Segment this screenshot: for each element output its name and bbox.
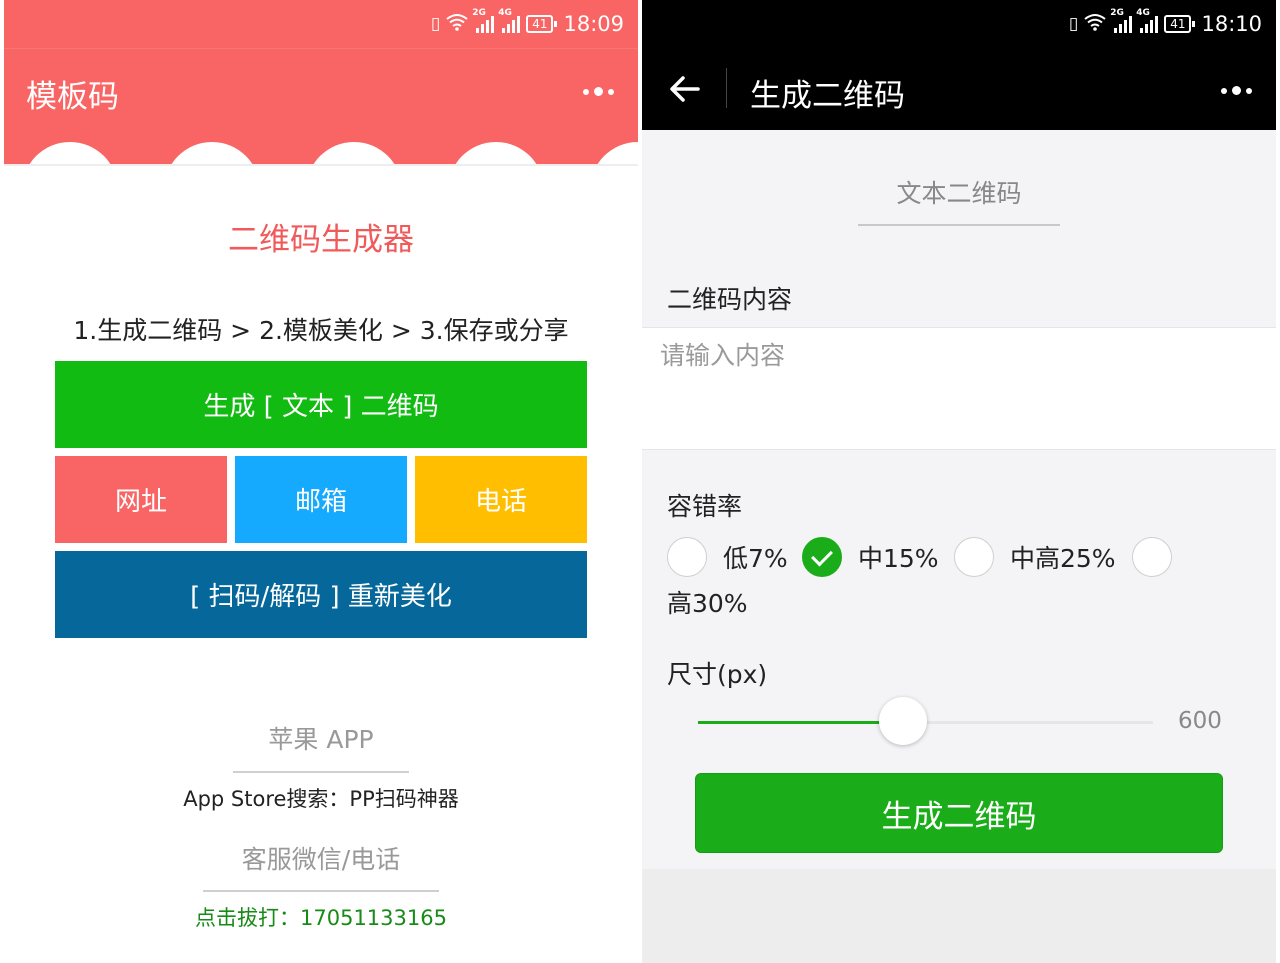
battery-icon: 41 bbox=[1164, 15, 1196, 33]
tab-text-qr[interactable]: 文本二维码 bbox=[642, 174, 1276, 210]
email-button[interactable]: 邮箱 bbox=[235, 456, 407, 543]
content-label: 二维码内容 bbox=[667, 285, 793, 314]
radio-checked-icon[interactable] bbox=[802, 537, 842, 577]
error-option-high[interactable] bbox=[1132, 537, 1172, 577]
page-title: 模板码 bbox=[26, 79, 119, 115]
title-bar: 生成二维码 bbox=[642, 48, 1276, 130]
radio-circle[interactable] bbox=[954, 537, 994, 577]
url-button[interactable]: 网址 bbox=[55, 456, 227, 543]
error-rate-label: 容错率 bbox=[667, 492, 743, 521]
vibrate-icon: ▯ bbox=[1068, 14, 1079, 34]
divider bbox=[233, 771, 409, 773]
text-qr-button[interactable]: 生成 [ 文本 ] 二维码 bbox=[55, 361, 587, 448]
radio-circle[interactable] bbox=[667, 537, 707, 577]
option-label: 低7% bbox=[723, 544, 788, 573]
divider bbox=[726, 68, 727, 108]
slider-handle[interactable] bbox=[878, 697, 927, 745]
bottom-area bbox=[642, 869, 1276, 963]
service-heading: 客服微信/电话 bbox=[241, 845, 401, 874]
network-type-label: 4G bbox=[1136, 8, 1150, 18]
title-bar: 模板码 bbox=[4, 48, 638, 131]
vibrate-icon: ▯ bbox=[430, 14, 441, 34]
generate-qr-button[interactable]: 生成二维码 bbox=[695, 773, 1223, 853]
size-value: 600 bbox=[1178, 708, 1222, 734]
tab-underline bbox=[858, 224, 1060, 226]
wifi-icon bbox=[446, 13, 468, 35]
content-input[interactable]: 请输入内容 bbox=[642, 327, 1276, 450]
signal-icon: 2G bbox=[1110, 8, 1133, 33]
content-placeholder: 请输入内容 bbox=[660, 341, 786, 370]
size-label: 尺寸(px) bbox=[667, 660, 768, 689]
right-phone-screen: ▯ 2G 4G 41 18:10 生成二维码 文本二维码 二维码内容 请输入内容… bbox=[642, 0, 1276, 963]
status-bar: ▯ 2G 4G 41 18:09 bbox=[4, 0, 638, 48]
steps-text: 1.生成二维码 > 2.模板美化 > 3.保存或分享 bbox=[73, 316, 569, 345]
app-heading: 苹果 APP bbox=[268, 725, 374, 754]
network-type-label: 2G bbox=[472, 8, 486, 18]
error-option-medium-high[interactable]: 中高25% bbox=[954, 537, 1116, 577]
phone-button[interactable]: 电话 bbox=[415, 456, 587, 543]
slider-fill bbox=[698, 721, 903, 724]
signal-icon: 4G bbox=[498, 8, 521, 33]
left-phone-screen: ▯ 2G 4G 41 18:09 模板码 二维码生成器 1.生成二维码 > 2.… bbox=[4, 0, 638, 963]
signal-icon: 2G bbox=[472, 8, 495, 33]
back-arrow-icon[interactable] bbox=[668, 72, 702, 106]
wifi-icon bbox=[1084, 13, 1106, 35]
battery-icon: 41 bbox=[526, 15, 558, 33]
network-type-label: 4G bbox=[498, 8, 512, 18]
network-type-label: 2G bbox=[1110, 8, 1124, 18]
status-bar: ▯ 2G 4G 41 18:10 bbox=[642, 0, 1276, 48]
signal-icon: 4G bbox=[1136, 8, 1159, 33]
option-label: 中15% bbox=[858, 544, 939, 573]
call-link[interactable]: 点击拔打：17051133165 bbox=[4, 902, 638, 932]
divider bbox=[203, 890, 439, 892]
decorative-wave bbox=[4, 130, 638, 166]
rebeautify-button[interactable]: [ 扫码/解码 ] 重新美化 bbox=[55, 551, 587, 638]
radio-circle[interactable] bbox=[1132, 537, 1172, 577]
status-time: 18:10 bbox=[1201, 12, 1262, 36]
error-option-medium[interactable]: 中15% bbox=[802, 537, 939, 577]
more-menu-icon[interactable] bbox=[1221, 86, 1252, 95]
page-title: 生成二维码 bbox=[750, 78, 905, 114]
app-store-text: App Store搜索：PP扫码神器 bbox=[183, 787, 459, 811]
size-slider[interactable] bbox=[698, 697, 1153, 745]
more-menu-icon[interactable] bbox=[583, 87, 614, 96]
option-label: 中高25% bbox=[1010, 544, 1116, 573]
option-label: 高30% bbox=[667, 589, 748, 618]
error-option-low[interactable]: 低7% bbox=[667, 537, 788, 577]
status-time: 18:09 bbox=[563, 12, 624, 36]
divider bbox=[4, 164, 638, 166]
brand-heading: 二维码生成器 bbox=[228, 222, 414, 258]
